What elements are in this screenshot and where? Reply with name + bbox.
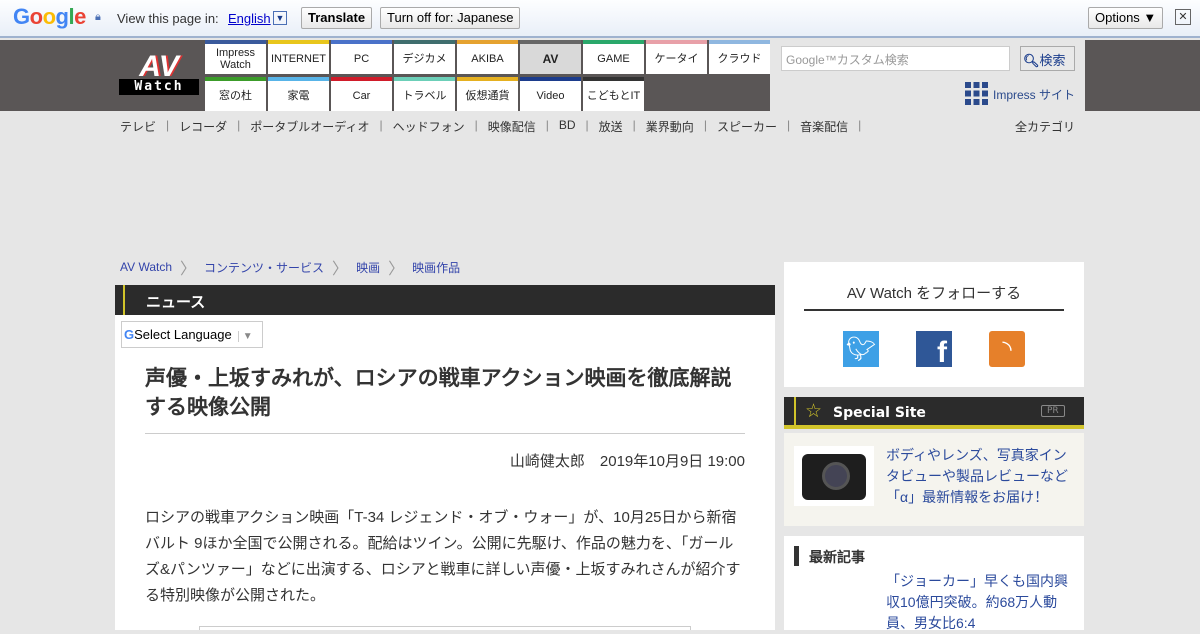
nav-tab[interactable]: デジカメ: [394, 40, 455, 74]
pr-badge: PR: [1041, 405, 1065, 417]
all-categories-link[interactable]: 全カテゴリ: [1015, 118, 1075, 135]
chevron-down-icon: ▼: [237, 331, 253, 342]
separator: |: [379, 118, 383, 132]
latest-articles: 最新記事 「ジョーカー」早くも国内興収10億円突破。約68万人動員、男女比6:4: [784, 536, 1084, 631]
close-icon[interactable]: ✕: [1175, 9, 1191, 25]
lock-icon: 🔒︎: [95, 11, 101, 23]
nav-tab[interactable]: PC: [331, 40, 392, 74]
latest-article-link[interactable]: 「ジョーカー」早くも国内興収10億円突破。約68万人動員、男女比6:4: [886, 571, 1076, 634]
special-site-card[interactable]: ボディやレンズ、写真家インタビューや製品レビューなど「α」最新情報をお届け！: [784, 433, 1084, 526]
breadcrumb-item[interactable]: 映画作品: [412, 259, 460, 276]
separator: |: [632, 118, 636, 132]
chevron-right-icon: 〉: [180, 261, 197, 278]
article-title: 声優・上坂すみれが、ロシアの戦車アクション映画を徹底解説する映像公開: [145, 367, 732, 419]
category-link[interactable]: ヘッドフォン: [393, 118, 465, 135]
category-link[interactable]: 音楽配信: [800, 118, 848, 135]
article-body: ロシアの戦車アクション映画「T-34 レジェンド・オブ・ウォー」が、10月25日…: [145, 509, 741, 604]
section-header: ニュース: [115, 285, 775, 315]
logo-watch[interactable]: Watch: [119, 79, 199, 95]
camera-image: [794, 446, 874, 506]
translate-prompt: View this page in:: [117, 11, 219, 26]
nav-tab[interactable]: トラベル: [394, 77, 455, 111]
search-button[interactable]: 🔍︎検索: [1020, 46, 1075, 71]
translate-bar: Google 🔒︎ View this page in: English ▼ T…: [0, 0, 1200, 38]
nav-tab[interactable]: Impress Watch: [205, 40, 266, 74]
breadcrumb-item[interactable]: AV Watch: [120, 260, 172, 274]
chevron-right-icon: 〉: [388, 261, 405, 278]
follow-title: AV Watch をフォローする: [846, 285, 1022, 302]
grid-icon: [965, 82, 988, 105]
category-link[interactable]: テレビ: [120, 118, 156, 135]
breadcrumb-item[interactable]: 映画: [356, 259, 380, 276]
language-dropdown-icon[interactable]: ▼: [273, 11, 287, 25]
nav-tab[interactable]: AKIBA: [457, 40, 518, 74]
category-link[interactable]: 業界動向: [646, 118, 694, 135]
special-site-text: ボディやレンズ、写真家インタビューや製品レビューなど「α」最新情報をお届け！: [886, 447, 1068, 505]
nav-tab[interactable]: INTERNET: [268, 40, 329, 74]
follow-card: AV Watch をフォローする 🐦︎ f ◝: [784, 262, 1084, 387]
rss-icon[interactable]: ◝: [989, 331, 1025, 367]
nav-tab[interactable]: Car: [331, 77, 392, 111]
latest-title: 最新記事: [809, 550, 865, 566]
search-icon: 🔍︎: [1023, 53, 1040, 68]
category-link[interactable]: レコーダ: [179, 118, 227, 135]
separator: |: [237, 118, 241, 132]
separator: |: [703, 118, 707, 132]
nav-tab[interactable]: 仮想通貨: [457, 77, 518, 111]
star-icon: ☆: [805, 400, 823, 422]
breadcrumb-item[interactable]: コンテンツ・サービス: [204, 259, 324, 276]
category-link[interactable]: 映像配信: [488, 118, 536, 135]
nav-tab[interactable]: AV: [520, 40, 581, 74]
special-site-header: ☆ Special Site PR: [784, 397, 1084, 429]
nav-tab[interactable]: こどもとIT: [583, 77, 644, 111]
video-embed[interactable]: [199, 626, 691, 630]
divider: [145, 433, 745, 434]
nav-tab[interactable]: 窓の杜: [205, 77, 266, 111]
category-nav: テレビ | レコーダ | ポータブルオーディオ | ヘッドフォン | 映像配信 | BD | 放送 | 業界…: [120, 118, 871, 135]
facebook-icon[interactable]: f: [916, 331, 952, 369]
separator: |: [786, 118, 791, 132]
breadcrumb: AV Watch 〉コンテンツ・サービス〉映画〉映画作品: [120, 255, 460, 279]
google-g-icon: G: [124, 327, 135, 342]
twitter-icon[interactable]: 🐦︎: [843, 331, 879, 367]
language-link[interactable]: English: [228, 11, 271, 26]
nav-tab[interactable]: Video: [520, 77, 581, 111]
nav-tab[interactable]: ケータイ: [646, 40, 707, 74]
search-input[interactable]: Google™カスタム検索: [781, 46, 1010, 71]
logo-av[interactable]: AV: [119, 52, 199, 82]
select-language-label: Select Language: [134, 327, 232, 342]
google-logo: Google: [13, 4, 86, 29]
separator: |: [858, 118, 862, 132]
options-button[interactable]: Options ▼: [1088, 7, 1164, 29]
select-language-dropdown[interactable]: GSelect Language ▼: [121, 321, 263, 348]
divider: [804, 309, 1064, 311]
category-link[interactable]: BD: [559, 118, 576, 135]
separator: |: [474, 118, 478, 132]
separator: |: [166, 118, 170, 132]
chevron-right-icon: 〉: [332, 261, 349, 278]
nav-tab[interactable]: クラウド: [709, 40, 770, 74]
section-title: ニュース: [146, 293, 206, 311]
category-link[interactable]: ポータブルオーディオ: [250, 118, 369, 135]
search-button-label: 検索: [1039, 53, 1066, 68]
special-site-title: Special Site: [833, 405, 926, 421]
nav-tab[interactable]: 家電: [268, 77, 329, 111]
separator: |: [585, 118, 589, 132]
impress-sites-link[interactable]: Impress サイト: [993, 86, 1075, 103]
article-byline: 山崎健太郎 2019年10月9日 19:00: [509, 453, 745, 470]
category-link[interactable]: スピーカー: [717, 118, 777, 135]
nav-tab[interactable]: GAME: [583, 40, 644, 74]
translate-button[interactable]: Translate: [301, 7, 373, 29]
turn-off-button[interactable]: Turn off for: Japanese: [380, 7, 521, 29]
category-link[interactable]: 放送: [599, 118, 623, 135]
separator: |: [545, 118, 549, 132]
